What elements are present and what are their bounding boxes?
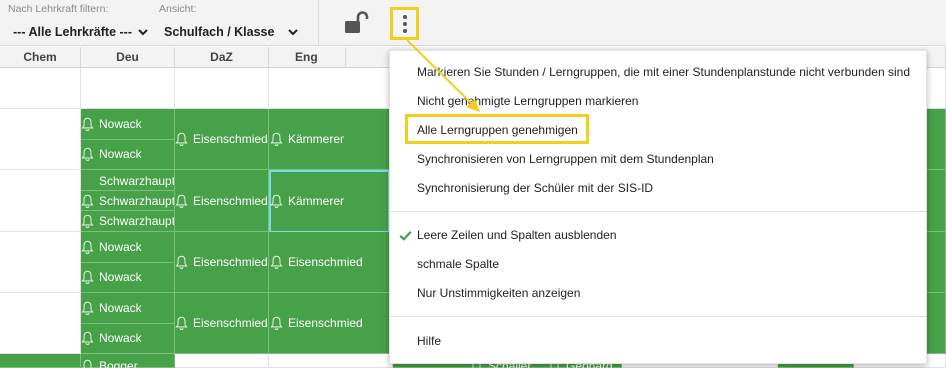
grid-cell[interactable] <box>269 354 393 368</box>
view-select[interactable]: Schulfach / Klasse <box>164 22 304 42</box>
more-options-menu: Markieren Sie Stunden / Lerngruppen, die… <box>389 50 927 364</box>
unlocked-padlock-icon[interactable] <box>343 11 369 35</box>
menu-item-hide-empty-rows-columns[interactable]: Leere Zeilen und Spalten ausblenden <box>417 228 617 242</box>
menu-divider <box>390 211 926 212</box>
bell-icon <box>81 147 94 161</box>
vertical-dots-icon <box>402 14 407 19</box>
lesson-entry[interactable]: Kämmerer <box>270 190 346 212</box>
teacher-filter-label: Nach Lehrkraft filtern: <box>8 3 109 15</box>
lesson-entry[interactable]: Schwarzhaupt <box>81 191 174 210</box>
toolbar: Nach Lehrkraft filtern: --- Alle Lehrkrä… <box>0 0 946 46</box>
grid-cell[interactable] <box>175 68 269 109</box>
view-label: Ansicht: <box>159 3 197 15</box>
menu-item-mark-unapproved-groups[interactable]: Nicht genehmigte Lerngruppen markieren <box>417 94 638 108</box>
grid-cell[interactable] <box>0 68 81 109</box>
lesson-entry[interactable]: Nowack <box>81 113 174 135</box>
teacher-filter-value: --- Alle Lehrkräfte --- <box>13 25 132 39</box>
menu-item-help[interactable]: Hilfe <box>417 334 441 348</box>
bell-icon <box>81 117 94 131</box>
menu-item-mark-unlinked-lessons[interactable]: Markieren Sie Stunden / Lerngruppen, die… <box>417 65 910 79</box>
lesson-entry[interactable]: Eisenschmied <box>175 312 268 334</box>
bell-icon <box>81 270 94 284</box>
bell-icon <box>175 316 188 330</box>
lesson-entry[interactable]: Bogger <box>81 358 174 368</box>
lesson-entry[interactable]: Schwarzhaupt <box>81 211 174 230</box>
bell-icon <box>270 132 283 146</box>
column-header-daz[interactable]: DaZ <box>175 47 269 68</box>
lesson-entry[interactable]: Nowack <box>81 236 174 258</box>
lesson-entry[interactable]: Schwarzhaupt <box>81 171 174 190</box>
cell-divider <box>81 262 175 263</box>
lesson-entry[interactable]: Nowack <box>81 143 174 165</box>
grid-cell[interactable] <box>0 109 81 170</box>
bell-icon <box>270 316 283 330</box>
menu-divider <box>390 316 926 317</box>
bell-icon <box>270 255 283 269</box>
menu-item-sync-groups-timetable[interactable]: Synchronisieren von Lerngruppen mit dem … <box>417 152 714 166</box>
lesson-entry[interactable]: Eisenschmied <box>175 251 268 273</box>
menu-item-narrow-column[interactable]: schmale Spalte <box>417 257 499 271</box>
bell-icon <box>81 240 94 254</box>
toolbar-divider <box>318 0 319 46</box>
bell-icon <box>175 255 188 269</box>
chevron-down-icon[interactable] <box>286 25 300 39</box>
lesson-entry[interactable]: Nowack <box>81 327 174 349</box>
lesson-entry[interactable]: Nowack <box>81 297 174 319</box>
lesson-entry[interactable]: Eisenschmied <box>175 128 268 150</box>
lesson-entry[interactable]: Kämmerer <box>270 128 346 150</box>
bell-icon <box>270 194 283 208</box>
lesson-entry[interactable]: Eisenschmied <box>175 190 268 212</box>
cell-divider <box>81 139 175 140</box>
grid-cell[interactable] <box>0 170 81 232</box>
column-header-eng[interactable]: Eng <box>269 47 346 68</box>
more-options-button[interactable] <box>390 7 419 40</box>
bell-icon <box>83 359 92 368</box>
lesson-entry[interactable]: Eisenschmied <box>270 312 388 334</box>
grid-cell[interactable] <box>175 354 269 368</box>
bell-icon <box>175 194 188 208</box>
grid-cell[interactable] <box>0 354 81 368</box>
grid-cell[interactable] <box>0 293 81 354</box>
bell-icon <box>81 331 94 345</box>
menu-item-show-inconsistencies-only[interactable]: Nur Unstimmigkeiten anzeigen <box>417 286 580 300</box>
bell-icon <box>175 132 188 146</box>
bell-icon <box>81 301 94 315</box>
view-value: Schulfach / Klasse <box>164 25 275 39</box>
lesson-entry[interactable]: Eisenschmied <box>270 251 388 273</box>
grid-cell[interactable] <box>81 68 175 109</box>
lesson-entry[interactable]: Nowack <box>81 266 174 288</box>
chevron-down-icon[interactable] <box>136 25 150 39</box>
menu-item-sync-students-sis-id[interactable]: Synchronisierung der Schüler mit der SIS… <box>417 181 653 195</box>
teacher-filter-select[interactable]: --- Alle Lehrkräfte --- <box>13 22 153 42</box>
menu-item-approve-all-groups[interactable]: Alle Lerngruppen genehmigen <box>417 123 578 137</box>
checkmark-icon <box>399 231 412 241</box>
grid-cell[interactable] <box>0 232 81 293</box>
column-header-deu[interactable]: Deu <box>81 47 175 68</box>
cell-divider <box>81 323 175 324</box>
column-header-chem[interactable]: Chem <box>0 47 81 68</box>
bell-icon <box>81 214 94 228</box>
bell-icon <box>81 194 94 208</box>
